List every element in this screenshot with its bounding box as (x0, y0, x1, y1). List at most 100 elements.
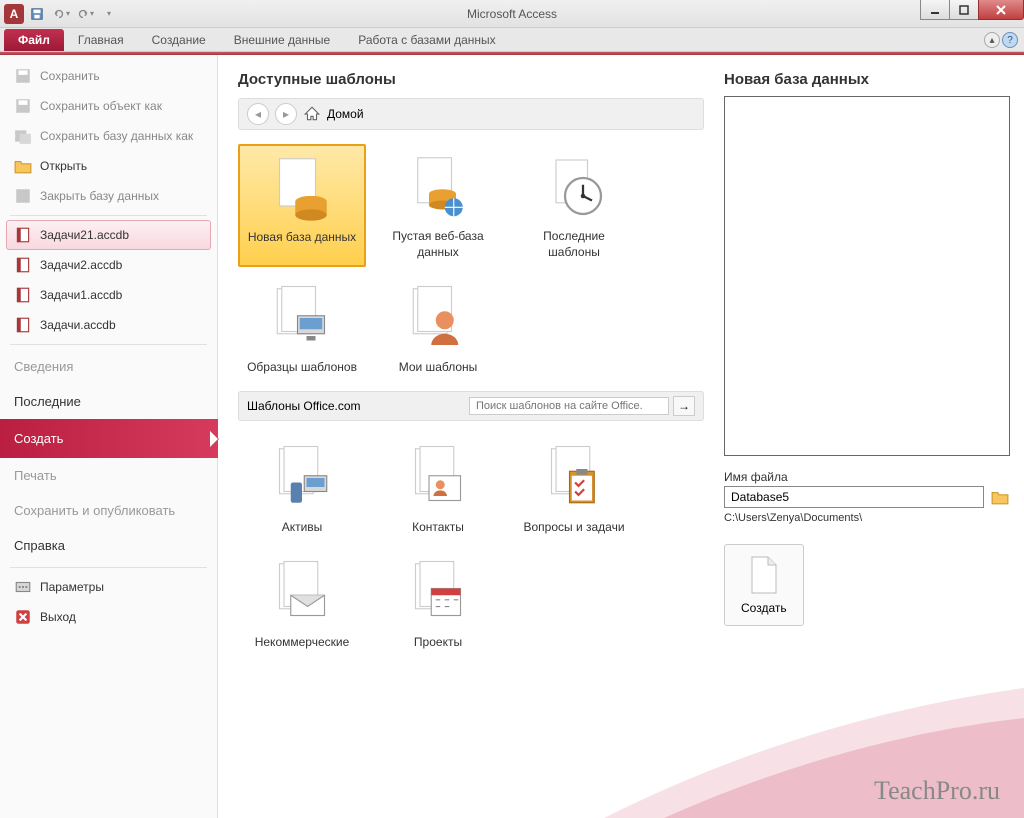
title-bar: A ▾ ▾ ▾ Microsoft Access (0, 0, 1024, 28)
web-db-icon (402, 151, 474, 223)
save-db-icon (14, 127, 32, 145)
sidebar-label: Сохранить базу данных как (40, 129, 193, 143)
sidebar-open[interactable]: Открыть (0, 151, 217, 181)
sidebar-label: Параметры (40, 580, 104, 594)
template-label: Контакты (412, 520, 464, 536)
nav-forward-icon[interactable]: ▸ (275, 103, 297, 125)
template-label: Образцы шаблонов (247, 360, 357, 376)
close-db-icon (14, 187, 32, 205)
sidebar-label: Сохранить объект как (40, 99, 162, 113)
sidebar-new-selected[interactable]: Создать (0, 419, 218, 458)
access-file-icon (14, 256, 32, 274)
new-db-heading: Новая база данных (724, 71, 1010, 88)
template-contacts[interactable]: Контакты (374, 435, 502, 543)
sidebar-label: Выход (40, 610, 76, 624)
computer-icon (266, 282, 338, 354)
template-new-blank-db[interactable]: Новая база данных (238, 144, 366, 267)
create-button[interactable]: Создать (724, 544, 804, 626)
close-button[interactable] (978, 0, 1024, 20)
template-label: Новая база данных (248, 230, 356, 246)
access-file-icon (14, 286, 32, 304)
sidebar-label: Задачи.accdb (40, 318, 116, 332)
filename-label: Имя файла (724, 470, 1010, 484)
template-issues[interactable]: Вопросы и задачи (510, 435, 638, 543)
template-search-input[interactable] (469, 397, 669, 415)
sidebar-options[interactable]: Параметры (0, 572, 217, 602)
home-icon[interactable] (303, 105, 321, 123)
template-sample-templates[interactable]: Образцы шаблонов (238, 275, 366, 383)
sidebar-exit[interactable]: Выход (0, 602, 217, 632)
ribbon-tabs: Файл Главная Создание Внешние данные Раб… (0, 28, 1024, 52)
browse-folder-icon[interactable] (990, 488, 1010, 506)
sidebar-recent-file[interactable]: Задачи21.accdb (6, 220, 211, 250)
tab-home[interactable]: Главная (64, 29, 138, 51)
access-file-icon (14, 226, 32, 244)
blank-db-icon (266, 152, 338, 224)
separator (10, 344, 207, 345)
nav-back-icon[interactable]: ◂ (247, 103, 269, 125)
sidebar-save[interactable]: Сохранить (0, 61, 217, 91)
blank-page-icon (748, 555, 780, 595)
tab-database-tools[interactable]: Работа с базами данных (344, 29, 509, 51)
template-assets[interactable]: Активы (238, 435, 366, 543)
template-projects[interactable]: Проекты (374, 550, 502, 658)
sidebar-print[interactable]: Печать (0, 458, 217, 493)
sidebar-help[interactable]: Справка (0, 528, 217, 563)
backstage-sidebar: Сохранить Сохранить объект как Сохранить… (0, 55, 218, 818)
sidebar-label: Сохранить (40, 69, 100, 83)
help-icon[interactable]: ? (1002, 32, 1018, 48)
options-icon (14, 578, 32, 596)
envelope-icon (266, 557, 338, 629)
office-templates-header: Шаблоны Office.com → (238, 391, 704, 421)
person-icon (402, 282, 474, 354)
templates-heading: Доступные шаблоны (238, 71, 704, 88)
exit-icon (14, 608, 32, 626)
watermark: TeachPro.ru (874, 776, 1000, 806)
template-blank-web-db[interactable]: Пустая веб-база данных (374, 144, 502, 267)
new-db-panel: Новая база данных Имя файла C:\Users\Zen… (724, 55, 1024, 818)
filename-input[interactable] (724, 486, 984, 508)
sidebar-save-publish[interactable]: Сохранить и опубликовать (0, 493, 217, 528)
tab-file[interactable]: Файл (4, 29, 64, 51)
tab-create[interactable]: Создание (138, 29, 220, 51)
breadcrumb-home[interactable]: Домой (327, 107, 364, 121)
template-label: Некоммерческие (255, 635, 350, 651)
search-go-button[interactable]: → (673, 396, 695, 416)
template-nonprofit[interactable]: Некоммерческие (238, 550, 366, 658)
template-label: Последние шаблоны (517, 229, 631, 260)
sidebar-label: Задачи1.accdb (40, 288, 122, 302)
open-folder-icon (14, 157, 32, 175)
contacts-icon (402, 442, 474, 514)
template-my-templates[interactable]: Мои шаблоны (374, 275, 502, 383)
sidebar-close-db[interactable]: Закрыть базу данных (0, 181, 217, 211)
save-as-icon (14, 97, 32, 115)
calendar-icon (402, 557, 474, 629)
ribbon-minimize-icon[interactable]: ▴ (984, 32, 1000, 48)
sidebar-label: Закрыть базу данных (40, 189, 159, 203)
file-path: C:\Users\Zenya\Documents\ (724, 512, 1010, 524)
sidebar-info[interactable]: Сведения (0, 349, 217, 384)
minimize-button[interactable] (920, 0, 950, 20)
template-label: Вопросы и задачи (523, 520, 624, 536)
sidebar-save-object-as[interactable]: Сохранить объект как (0, 91, 217, 121)
sidebar-recent-file[interactable]: Задачи1.accdb (0, 280, 217, 310)
sidebar-label: Открыть (40, 159, 87, 173)
template-label: Проекты (414, 635, 462, 651)
sidebar-recent-file[interactable]: Задачи.accdb (0, 310, 217, 340)
clipboard-icon (538, 442, 610, 514)
sidebar-save-db-as[interactable]: Сохранить базу данных как (0, 121, 217, 151)
separator (10, 567, 207, 568)
tab-external-data[interactable]: Внешние данные (220, 29, 345, 51)
save-icon (14, 67, 32, 85)
office-templates-label: Шаблоны Office.com (247, 399, 361, 413)
maximize-button[interactable] (949, 0, 979, 20)
sidebar-recent-heading[interactable]: Последние (0, 384, 217, 419)
template-label: Пустая веб-база данных (381, 229, 495, 260)
templates-navbar: ◂ ▸ Домой (238, 98, 704, 130)
template-recent[interactable]: Последние шаблоны (510, 144, 638, 267)
workspace: Сохранить Сохранить объект как Сохранить… (0, 55, 1024, 818)
sidebar-recent-file[interactable]: Задачи2.accdb (0, 250, 217, 280)
sidebar-label: Задачи2.accdb (40, 258, 122, 272)
window-title: Microsoft Access (0, 7, 1024, 21)
separator (10, 215, 207, 216)
